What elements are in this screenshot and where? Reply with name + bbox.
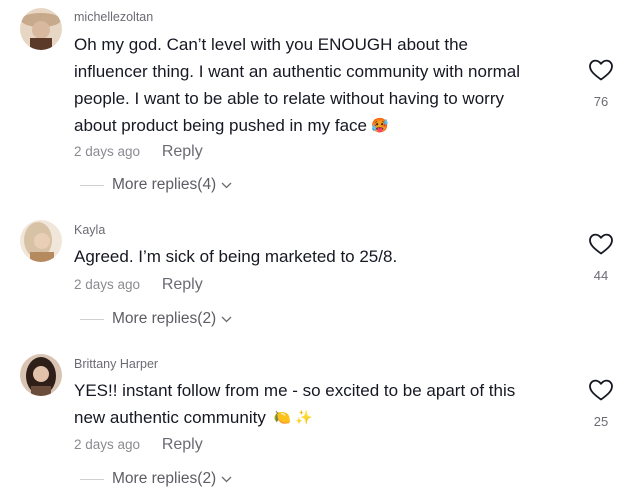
- comment-line: new authentic community 🍋 ✨: [74, 404, 564, 431]
- chevron-down-icon: [221, 310, 232, 328]
- like-button[interactable]: 44: [584, 232, 618, 283]
- comment-date: 2 days ago: [74, 277, 141, 292]
- like-button[interactable]: 25: [584, 378, 618, 429]
- like-count: 44: [593, 268, 609, 283]
- comment-line: people. I want to be able to relate with…: [74, 89, 504, 108]
- avatar[interactable]: [20, 354, 62, 396]
- more-replies-button[interactable]: More replies(2): [80, 310, 232, 328]
- avatar[interactable]: [20, 220, 62, 262]
- more-replies-button[interactable]: More replies(2): [80, 470, 232, 488]
- chevron-down-icon: [221, 176, 232, 194]
- chevron-down-icon: [221, 470, 232, 488]
- like-button[interactable]: 76: [584, 58, 618, 109]
- comment-line-text: new authentic community: [74, 408, 266, 427]
- reply-button[interactable]: Reply: [162, 436, 203, 453]
- heart-icon: [589, 379, 613, 401]
- comment-username[interactable]: Kayla: [74, 223, 105, 237]
- comment-line: about product being pushed in my face 🥵: [74, 112, 564, 139]
- comment-meta: 2 days ago Reply: [74, 276, 203, 294]
- reply-button[interactable]: Reply: [162, 143, 203, 160]
- divider: [80, 478, 104, 480]
- more-replies-label: More replies(2): [112, 310, 217, 327]
- more-replies-button[interactable]: More replies(4): [80, 176, 232, 194]
- comment-line: Oh my god. Can’t level with you ENOUGH a…: [74, 35, 469, 54]
- comment-meta: 2 days ago Reply: [74, 436, 203, 454]
- emoji: 🍋 ✨: [273, 409, 313, 425]
- comment-text: YES!! instant follow from me - so excite…: [74, 377, 564, 431]
- comment-text: Oh my god. Can’t level with you ENOUGH a…: [74, 31, 564, 139]
- comment-line: Agreed. I’m sick of being marketed to 25…: [74, 247, 398, 266]
- heart-icon: [589, 59, 613, 81]
- emoji: 🥵: [370, 117, 389, 133]
- like-count: 76: [593, 94, 609, 109]
- comment-line: YES!! instant follow from me - so excite…: [74, 381, 516, 400]
- like-count: 25: [593, 414, 609, 429]
- comment-line-text: about product being pushed in my face: [74, 116, 367, 135]
- avatar[interactable]: [20, 8, 62, 50]
- comment-username[interactable]: michellezoltan: [74, 10, 153, 24]
- comment-meta: 2 days ago Reply: [74, 143, 203, 161]
- comment-username[interactable]: Brittany Harper: [74, 357, 158, 371]
- divider: [80, 318, 104, 320]
- more-replies-label: More replies(4): [112, 176, 217, 193]
- more-replies-label: More replies(2): [112, 470, 217, 487]
- comment-line: influencer thing. I want an authentic co…: [74, 62, 521, 81]
- heart-icon: [589, 233, 613, 255]
- comment-text: Agreed. I’m sick of being marketed to 25…: [74, 243, 564, 270]
- avatar-image: [20, 8, 62, 50]
- avatar-image: [20, 220, 62, 262]
- comment-date: 2 days ago: [74, 437, 141, 452]
- comment-date: 2 days ago: [74, 144, 141, 159]
- avatar-image: [20, 354, 62, 396]
- divider: [80, 184, 104, 186]
- reply-button[interactable]: Reply: [162, 276, 203, 293]
